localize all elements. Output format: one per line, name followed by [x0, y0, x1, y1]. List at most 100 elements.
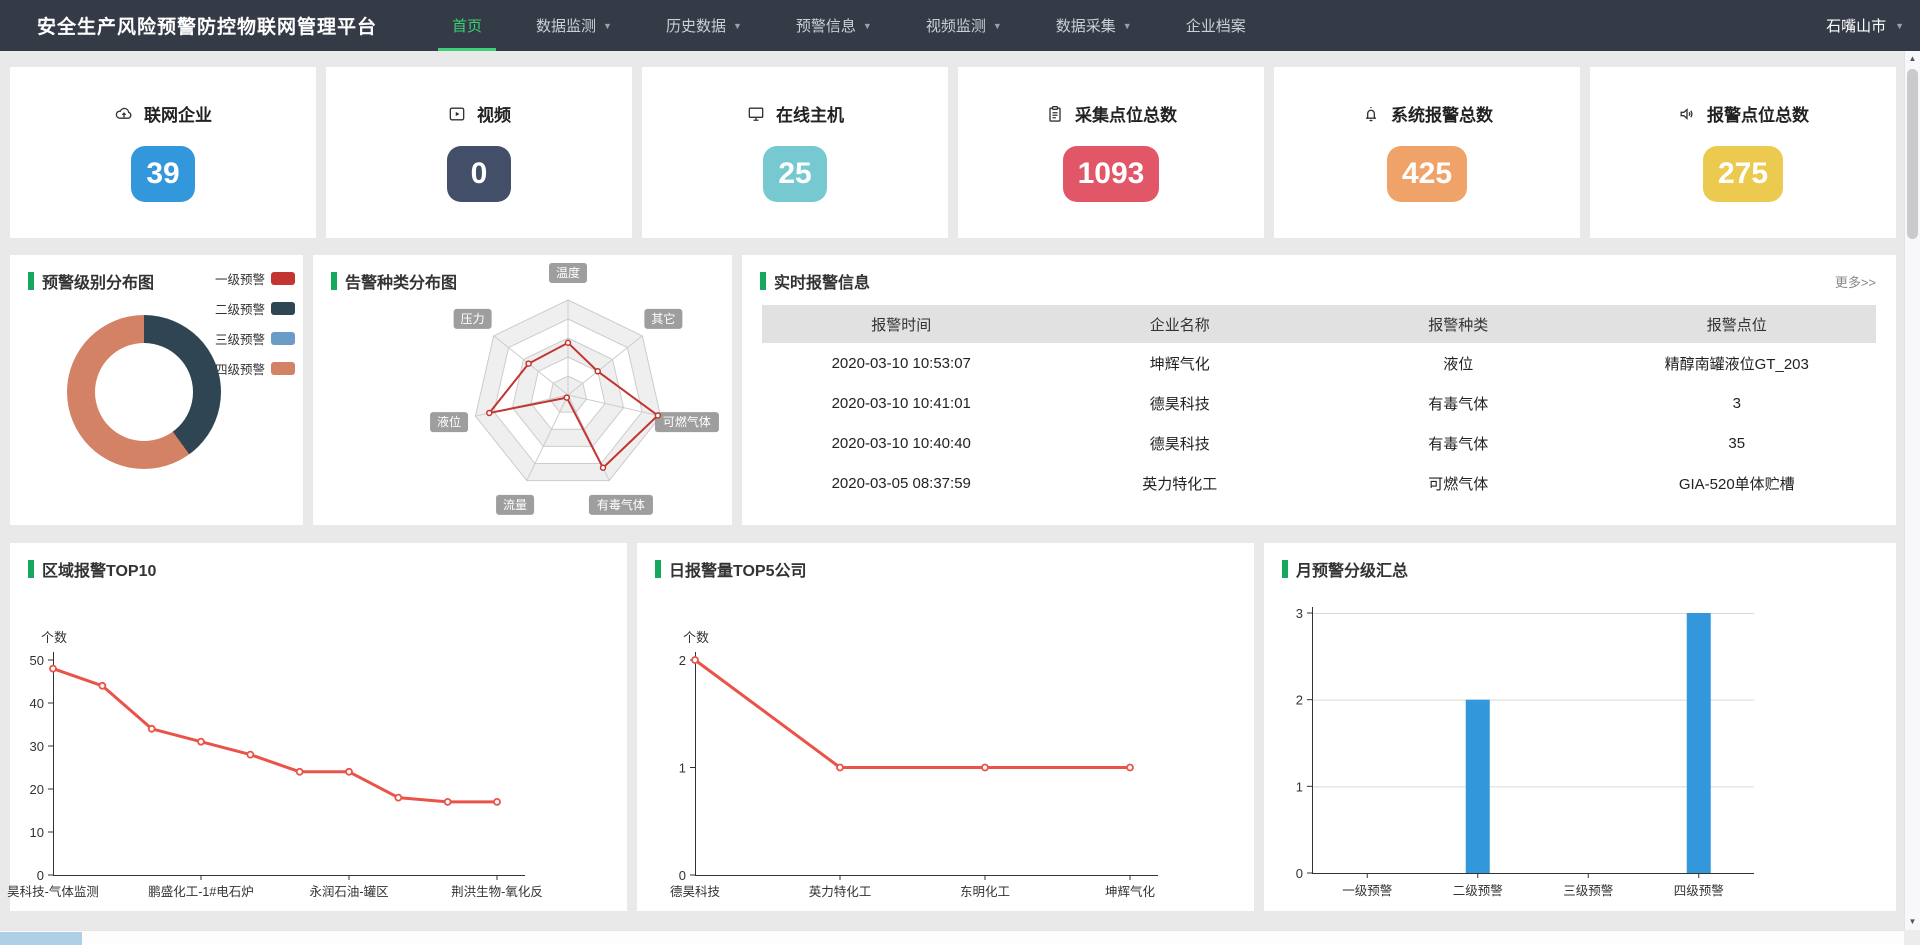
- nav-item-history-data[interactable]: 历史数据 ▼: [639, 0, 769, 51]
- nav-item-warning-info[interactable]: 预警信息▼: [769, 0, 899, 51]
- svg-text:3: 3: [1296, 606, 1303, 621]
- table-cell: 35: [1598, 423, 1877, 463]
- svg-text:三级预警: 三级预警: [1563, 883, 1613, 898]
- legend-swatch: [271, 272, 295, 285]
- realtime-alarm-table: 报警时间企业名称报警种类报警点位 2020-03-10 10:53:07坤辉气化…: [762, 305, 1876, 503]
- pie-legend: 一级预警二级预警三级预警四级预警: [215, 269, 295, 389]
- title-bar-icon: [655, 560, 661, 578]
- region-alarm-line-chart: 01020304050个数昊科技-气体监测鹏盛化工-1#电石炉永润石油-罐区荆洪…: [18, 591, 618, 911]
- table-cell: 坤辉气化: [1041, 343, 1320, 383]
- table-body: 2020-03-10 10:53:07坤辉气化液位精醇南罐液位GT_203202…: [762, 343, 1876, 503]
- stat-card-online-hosts: 在线主机 25: [642, 67, 948, 238]
- svg-text:个数: 个数: [683, 630, 709, 645]
- nav-item-home[interactable]: 首页: [425, 0, 509, 51]
- svg-text:0: 0: [1296, 866, 1303, 881]
- nav-item-data-monitoring[interactable]: 数据监测▼: [509, 0, 639, 51]
- svg-text:二级预警: 二级预警: [1453, 883, 1503, 898]
- legend-swatch: [271, 362, 295, 375]
- vertical-scrollbar-thumb[interactable]: [1907, 69, 1918, 239]
- svg-text:1: 1: [679, 761, 686, 776]
- cloud-upload-icon: [114, 104, 134, 124]
- donut-chart: [67, 315, 221, 469]
- card-title-text: 预警级别分布图: [42, 269, 154, 293]
- scroll-up-arrow[interactable]: ▲: [1905, 51, 1920, 67]
- legend-item[interactable]: 三级预警: [215, 329, 295, 348]
- title-bar-icon: [331, 272, 337, 290]
- app-title: 安全生产风险预警防控物联网管理平台: [37, 12, 377, 39]
- table-cell: 英力特化工: [1041, 463, 1320, 503]
- card-title-text: 日报警量TOP5公司: [669, 557, 807, 581]
- svg-text:0: 0: [37, 868, 44, 883]
- nav-menu: 首页 数据监测▼ 历史数据▼ 预警信息▼ 视频监测▼ 数据采集▼ 企业档案: [425, 0, 1273, 51]
- nav-item-label: 企业档案: [1186, 15, 1246, 36]
- stat-value: 1093: [1063, 146, 1160, 202]
- svg-text:0: 0: [679, 868, 686, 883]
- nav-item-label: 视频监测: [926, 15, 986, 36]
- card-title-text: 月预警分级汇总: [1296, 557, 1408, 581]
- region-label: 石嘴山市: [1826, 15, 1886, 36]
- table-row[interactable]: 2020-03-05 08:37:59英力特化工可燃气体GIA-520单体贮槽: [762, 463, 1876, 503]
- table-cell: 精醇南罐液位GT_203: [1598, 343, 1877, 383]
- stat-card-system-alarms: 系统报警总数 425: [1274, 67, 1580, 238]
- speaker-icon: [1677, 104, 1697, 124]
- nav-item-data-collection[interactable]: 数据采集▼: [1029, 0, 1159, 51]
- legend-label: 二级预警: [215, 299, 265, 318]
- svg-text:四级预警: 四级预警: [1674, 883, 1724, 898]
- card-title-text: 实时报警信息: [774, 269, 870, 293]
- stat-card-collection-points: 采集点位总数 1093: [958, 67, 1264, 238]
- stat-value: 39: [131, 146, 195, 202]
- stat-label: 联网企业: [144, 101, 212, 126]
- scrollbar-corner: [1904, 930, 1920, 945]
- clipboard-icon: [1045, 104, 1065, 124]
- table-cell: 2020-03-10 10:53:07: [762, 343, 1041, 383]
- stats-row: 联网企业 39 视频 0 在线主机 25 采集点位总数 1093 系统报警总数 …: [10, 67, 1896, 238]
- table-row[interactable]: 2020-03-10 10:41:01德昊科技有毒气体3: [762, 383, 1876, 423]
- card-title-text: 告警种类分布图: [345, 269, 457, 293]
- table-row[interactable]: 2020-03-10 10:53:07坤辉气化液位精醇南罐液位GT_203: [762, 343, 1876, 383]
- table-cell: 2020-03-05 08:37:59: [762, 463, 1041, 503]
- video-icon: [447, 104, 467, 124]
- daily-alarm-line-chart: 012个数德昊科技英力特化工东明化工坤辉气化: [645, 591, 1245, 911]
- stat-value: 425: [1387, 146, 1467, 202]
- table-row[interactable]: 2020-03-10 10:40:40德昊科技有毒气体35: [762, 423, 1876, 463]
- card-title: 日报警量TOP5公司: [655, 557, 807, 581]
- legend-label: 一级预警: [215, 269, 265, 288]
- title-bar-icon: [1282, 560, 1288, 578]
- svg-text:10: 10: [30, 825, 44, 840]
- stat-value: 275: [1703, 146, 1783, 202]
- nav-item-enterprise-archive[interactable]: 企业档案: [1159, 0, 1273, 51]
- svg-text:其它: 其它: [651, 311, 675, 326]
- horizontal-scrollbar[interactable]: [0, 930, 1904, 945]
- legend-label: 四级预警: [215, 359, 265, 378]
- vertical-scrollbar[interactable]: ▲ ▼: [1904, 51, 1920, 930]
- card-title: 实时报警信息: [760, 269, 870, 293]
- chevron-down-icon: ▼: [733, 21, 742, 31]
- nav-item-video-monitoring[interactable]: 视频监测▼: [899, 0, 1029, 51]
- region-selector[interactable]: 石嘴山市▼: [1826, 15, 1920, 36]
- card-title: 月预警分级汇总: [1282, 557, 1408, 581]
- chevron-down-icon: ▼: [863, 21, 872, 31]
- table-header-cell: 报警时间: [762, 305, 1041, 343]
- svg-text:个数: 个数: [41, 630, 67, 645]
- table-cell: 德昊科技: [1041, 423, 1320, 463]
- svg-text:20: 20: [30, 782, 44, 797]
- legend-item[interactable]: 二级预警: [215, 299, 295, 318]
- nav-item-label: 数据监测: [536, 15, 596, 36]
- svg-text:温度: 温度: [556, 265, 580, 280]
- table-cell: 德昊科技: [1041, 383, 1320, 423]
- realtime-alarm-card: 实时报警信息 更多>> 报警时间企业名称报警种类报警点位 2020-03-10 …: [742, 255, 1896, 525]
- legend-item[interactable]: 一级预警: [215, 269, 295, 288]
- nav-item-label: 历史数据: [666, 15, 726, 36]
- svg-text:1: 1: [1296, 779, 1303, 794]
- scroll-down-arrow[interactable]: ▼: [1905, 914, 1920, 930]
- more-link[interactable]: 更多>>: [1835, 272, 1876, 291]
- svg-text:可燃气体: 可燃气体: [663, 414, 711, 429]
- daily-alarm-top5-card: 日报警量TOP5公司 012个数德昊科技英力特化工东明化工坤辉气化: [637, 543, 1254, 911]
- horizontal-scrollbar-thumb[interactable]: [0, 932, 82, 945]
- navbar: 安全生产风险预警防控物联网管理平台 首页 数据监测▼ 历史数据▼ 预警信息▼ 视…: [0, 0, 1920, 51]
- svg-text:荆洪生物-氧化反: 荆洪生物-氧化反: [451, 885, 543, 899]
- table-cell: 2020-03-10 10:40:40: [762, 423, 1041, 463]
- svg-text:有毒气体: 有毒气体: [597, 497, 645, 512]
- legend-item[interactable]: 四级预警: [215, 359, 295, 378]
- legend-swatch: [271, 332, 295, 345]
